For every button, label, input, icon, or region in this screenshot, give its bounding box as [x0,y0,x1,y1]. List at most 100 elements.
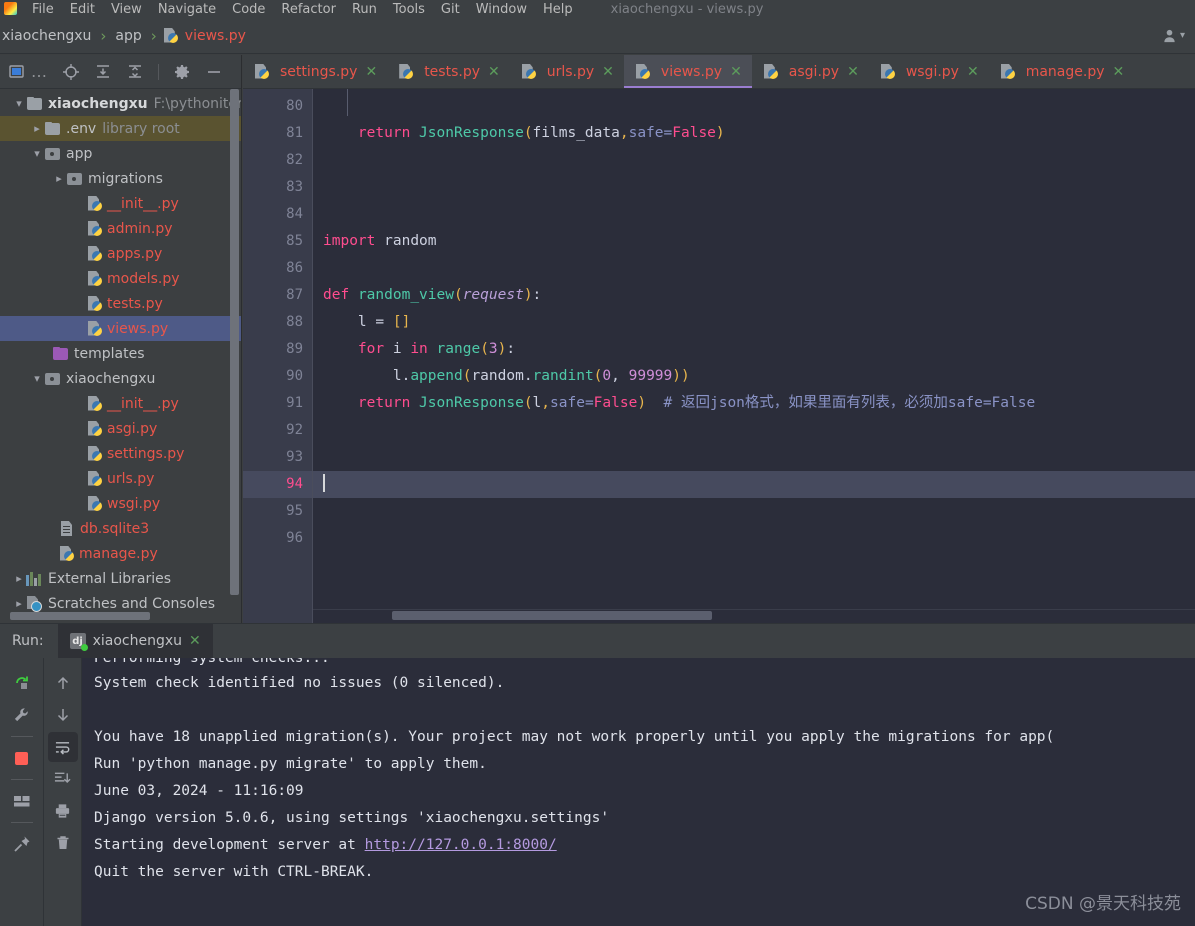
menu-code[interactable]: Code [224,2,273,18]
tree-row-models[interactable]: models.py [0,266,241,291]
tree-label: .env [66,120,97,137]
project-tree[interactable]: ▾ xiaochengxu F:\pythoniter ▸ .env libra… [0,89,241,622]
chevron-down-icon[interactable]: ▾ [12,97,26,111]
up-arrow-icon[interactable] [48,668,78,698]
tree-row-admin[interactable]: admin.py [0,216,241,241]
tree-row-init-app[interactable]: __init__.py [0,191,241,216]
server-url-link[interactable]: http://127.0.0.1:8000/ [365,837,557,853]
hide-panel-icon[interactable] [205,63,223,81]
tree-row-init-pkg[interactable]: __init__.py [0,391,241,416]
tree-row-settings[interactable]: settings.py [0,441,241,466]
chevron-right-icon[interactable]: ▸ [12,597,26,611]
scroll-to-end-icon[interactable] [48,764,78,794]
project-tree-vertical-scrollbar[interactable] [230,89,239,595]
tree-row-db-sqlite3[interactable]: db.sqlite3 [0,516,241,541]
down-arrow-icon[interactable] [48,700,78,730]
menu-help[interactable]: Help [535,2,581,18]
tree-row-templates[interactable]: templates [0,341,241,366]
tab-wsgi-py[interactable]: wsgi.py ✕ [869,55,989,88]
breadcrumb-item-file[interactable]: views.py [183,28,248,44]
more-options-icon[interactable]: … [30,62,48,81]
close-icon[interactable]: ✕ [967,64,979,80]
python-file-icon [88,496,102,512]
tree-row-app[interactable]: ▾ app [0,141,241,166]
menu-run[interactable]: Run [344,2,385,18]
token-equals: = [663,125,673,141]
tree-row-root[interactable]: ▾ xiaochengxu F:\pythoniter [0,91,241,116]
line-number-gutter[interactable]: 80 81 82 83 84 85 86 87 88 89 90 91 92 9… [243,89,313,623]
project-tree-horizontal-scrollbar[interactable] [10,612,150,620]
close-icon[interactable]: ✕ [1113,64,1125,80]
chevron-right-icon[interactable]: ▸ [30,122,44,136]
run-tool-window-header: Run: dj xiaochengxu ✕ [0,623,1195,659]
tree-row-env[interactable]: ▸ .env library root [0,116,241,141]
python-file-icon [88,471,102,487]
chevron-down-icon[interactable]: ▾ [30,372,44,386]
clear-all-trash-icon[interactable] [48,828,78,858]
database-file-icon [60,521,74,536]
tree-row-urls[interactable]: urls.py [0,466,241,491]
rerun-icon[interactable] [7,668,37,698]
tree-row-xiaochengxu-package[interactable]: ▾ xiaochengxu [0,366,241,391]
menu-edit[interactable]: Edit [62,2,103,18]
menu-refactor[interactable]: Refactor [273,2,344,18]
chevron-down-icon[interactable]: ▾ [30,147,44,161]
tree-row-apps[interactable]: apps.py [0,241,241,266]
editor-horizontal-scrollbar-thumb[interactable] [392,611,712,620]
tree-row-views[interactable]: views.py [0,316,241,341]
layout-icon[interactable] [7,786,37,816]
toolbar-divider [10,736,33,737]
menu-tools[interactable]: Tools [385,2,433,18]
close-icon[interactable]: ✕ [602,64,614,80]
soft-wrap-icon[interactable] [47,732,78,762]
print-icon[interactable] [48,796,78,826]
locate-icon[interactable] [62,63,80,81]
menu-file[interactable]: File [24,2,62,18]
select-opened-file-icon[interactable] [8,63,26,81]
code-text-area[interactable]: return JsonResponse(films_data,safe=Fals… [313,89,1195,623]
close-icon[interactable]: ✕ [730,64,742,80]
tab-urls-py[interactable]: urls.py ✕ [510,55,624,88]
token-boolean: False [672,125,716,141]
tab-manage-py[interactable]: manage.py ✕ [989,55,1135,88]
menu-navigate[interactable]: Navigate [150,2,224,18]
tab-asgi-py[interactable]: asgi.py ✕ [752,55,869,88]
tree-row-asgi[interactable]: asgi.py [0,416,241,441]
close-icon[interactable]: ✕ [365,64,377,80]
menu-window[interactable]: Window [468,2,535,18]
chevron-right-icon[interactable]: ▸ [52,172,66,186]
code-editor[interactable]: 80 81 82 83 84 85 86 87 88 89 90 91 92 9… [243,89,1195,623]
close-icon[interactable]: ✕ [488,64,500,80]
tab-views-py[interactable]: views.py ✕ [623,55,752,88]
tab-tests-py[interactable]: tests.py ✕ [387,55,510,88]
tree-row-migrations[interactable]: ▸ migrations [0,166,241,191]
pin-icon[interactable] [7,829,37,859]
tab-settings-py[interactable]: settings.py ✕ [243,55,387,88]
tree-row-manage[interactable]: manage.py [0,541,241,566]
breadcrumb-item-project[interactable]: xiaochengxu [0,28,93,44]
menu-view[interactable]: View [103,2,150,18]
breadcrumb-item-app[interactable]: app [113,28,143,44]
close-icon[interactable]: ✕ [189,633,201,649]
chevron-right-icon[interactable]: ▸ [12,572,26,586]
settings-gear-icon[interactable] [173,63,191,81]
tree-label: app [66,145,93,162]
token-colon: : [506,341,516,357]
tree-label: templates [74,345,145,362]
collapse-all-icon[interactable] [126,63,144,81]
run-tab-xiaochengxu[interactable]: dj xiaochengxu ✕ [57,623,213,659]
account-menu[interactable]: ▾ [1162,28,1185,43]
line-number: 90 [286,368,303,384]
console-output[interactable]: Performing system checks... System check… [82,658,1195,926]
settings-wrench-icon[interactable] [7,700,37,730]
stop-icon[interactable] [7,743,37,773]
editor-horizontal-scrollbar[interactable] [313,609,1195,623]
menu-git[interactable]: Git [433,2,468,18]
tree-row-tests[interactable]: tests.py [0,291,241,316]
expand-all-icon[interactable] [94,63,112,81]
console-line: You have 18 unapplied migration(s). Your… [94,729,1055,745]
editor-tab-bar: settings.py ✕ tests.py ✕ urls.py ✕ views… [243,55,1195,89]
tree-row-wsgi[interactable]: wsgi.py [0,491,241,516]
close-icon[interactable]: ✕ [847,64,859,80]
tree-row-external-libraries[interactable]: ▸ External Libraries [0,566,241,591]
